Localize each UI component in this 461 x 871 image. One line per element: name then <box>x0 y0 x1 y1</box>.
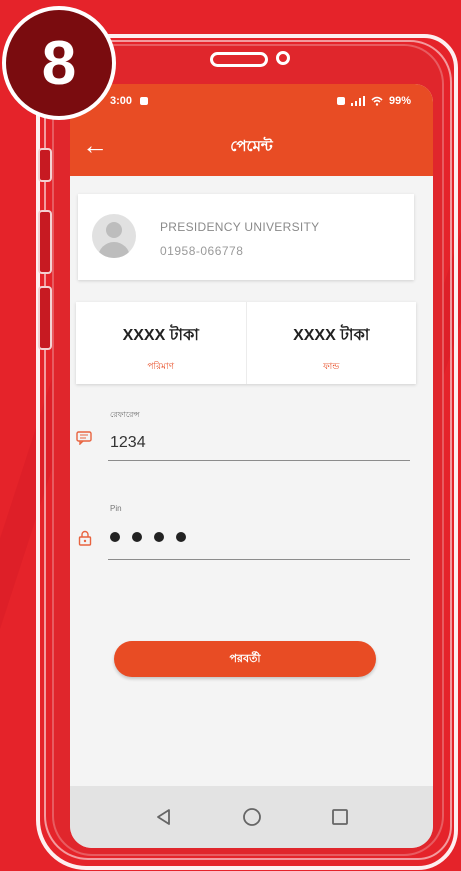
arrow-left-icon[interactable]: ← <box>82 132 108 158</box>
pin-dot <box>154 532 164 542</box>
amount-label: পরিমাণ <box>147 361 175 371</box>
avatar <box>92 214 136 258</box>
pin-underline <box>108 559 410 560</box>
step-badge: 8 <box>2 6 116 120</box>
front-camera <box>276 51 290 65</box>
reference-underline <box>108 460 410 461</box>
reference-input[interactable]: 1234 <box>110 434 146 452</box>
sim-icon <box>336 97 345 105</box>
next-button[interactable]: পরবর্তী <box>114 641 376 677</box>
fund-label: ফান্ড <box>323 361 340 371</box>
signal-icon <box>350 96 365 106</box>
pin-dot <box>132 532 142 542</box>
pin-label: Pin <box>110 504 122 513</box>
app-bar: ← পেমেন্ট <box>70 118 433 176</box>
recents-square-icon[interactable] <box>331 808 349 826</box>
wifi-icon <box>371 96 383 106</box>
status-time: 3:00 <box>110 95 133 107</box>
page-title: পেমেন্ট <box>230 137 273 155</box>
amount-value: XXXX টাকা <box>122 327 199 344</box>
pin-input[interactable] <box>110 532 186 542</box>
fund-cell: XXXX টাকা ফান্ড <box>245 302 417 384</box>
volume-down-button <box>38 210 52 274</box>
battery-level: 99% <box>388 95 411 107</box>
power-button <box>38 286 52 350</box>
amount-cell: XXXX টাকা পরিমাণ <box>76 302 246 384</box>
merchant-phone: 01958-066778 <box>160 244 244 258</box>
fund-value: XXXX টাকা <box>293 327 370 344</box>
pin-dot <box>110 532 120 542</box>
volume-up-button <box>38 148 52 182</box>
lock-icon <box>78 530 92 546</box>
amount-card: XXXX টাকা পরিমাণ XXXX টাকা ফান্ড <box>76 302 416 384</box>
system-nav-bar <box>70 786 433 848</box>
merchant-card: PRESIDENCY UNIVERSITY 01958-066778 <box>78 194 414 280</box>
phone-screen: 3:00 99% ← পেমেন্ট PRESIDENCY UNIVERSITY… <box>70 84 433 848</box>
speaker-grille <box>210 52 268 67</box>
back-triangle-icon[interactable] <box>155 808 173 826</box>
status-bar: 3:00 99% <box>70 84 433 118</box>
reference-label: রেফারেন্স <box>110 410 140 419</box>
merchant-name: PRESIDENCY UNIVERSITY <box>160 220 320 234</box>
message-icon <box>76 431 92 445</box>
home-circle-icon[interactable] <box>242 807 262 827</box>
pin-dot <box>176 532 186 542</box>
notification-icon <box>140 97 149 105</box>
